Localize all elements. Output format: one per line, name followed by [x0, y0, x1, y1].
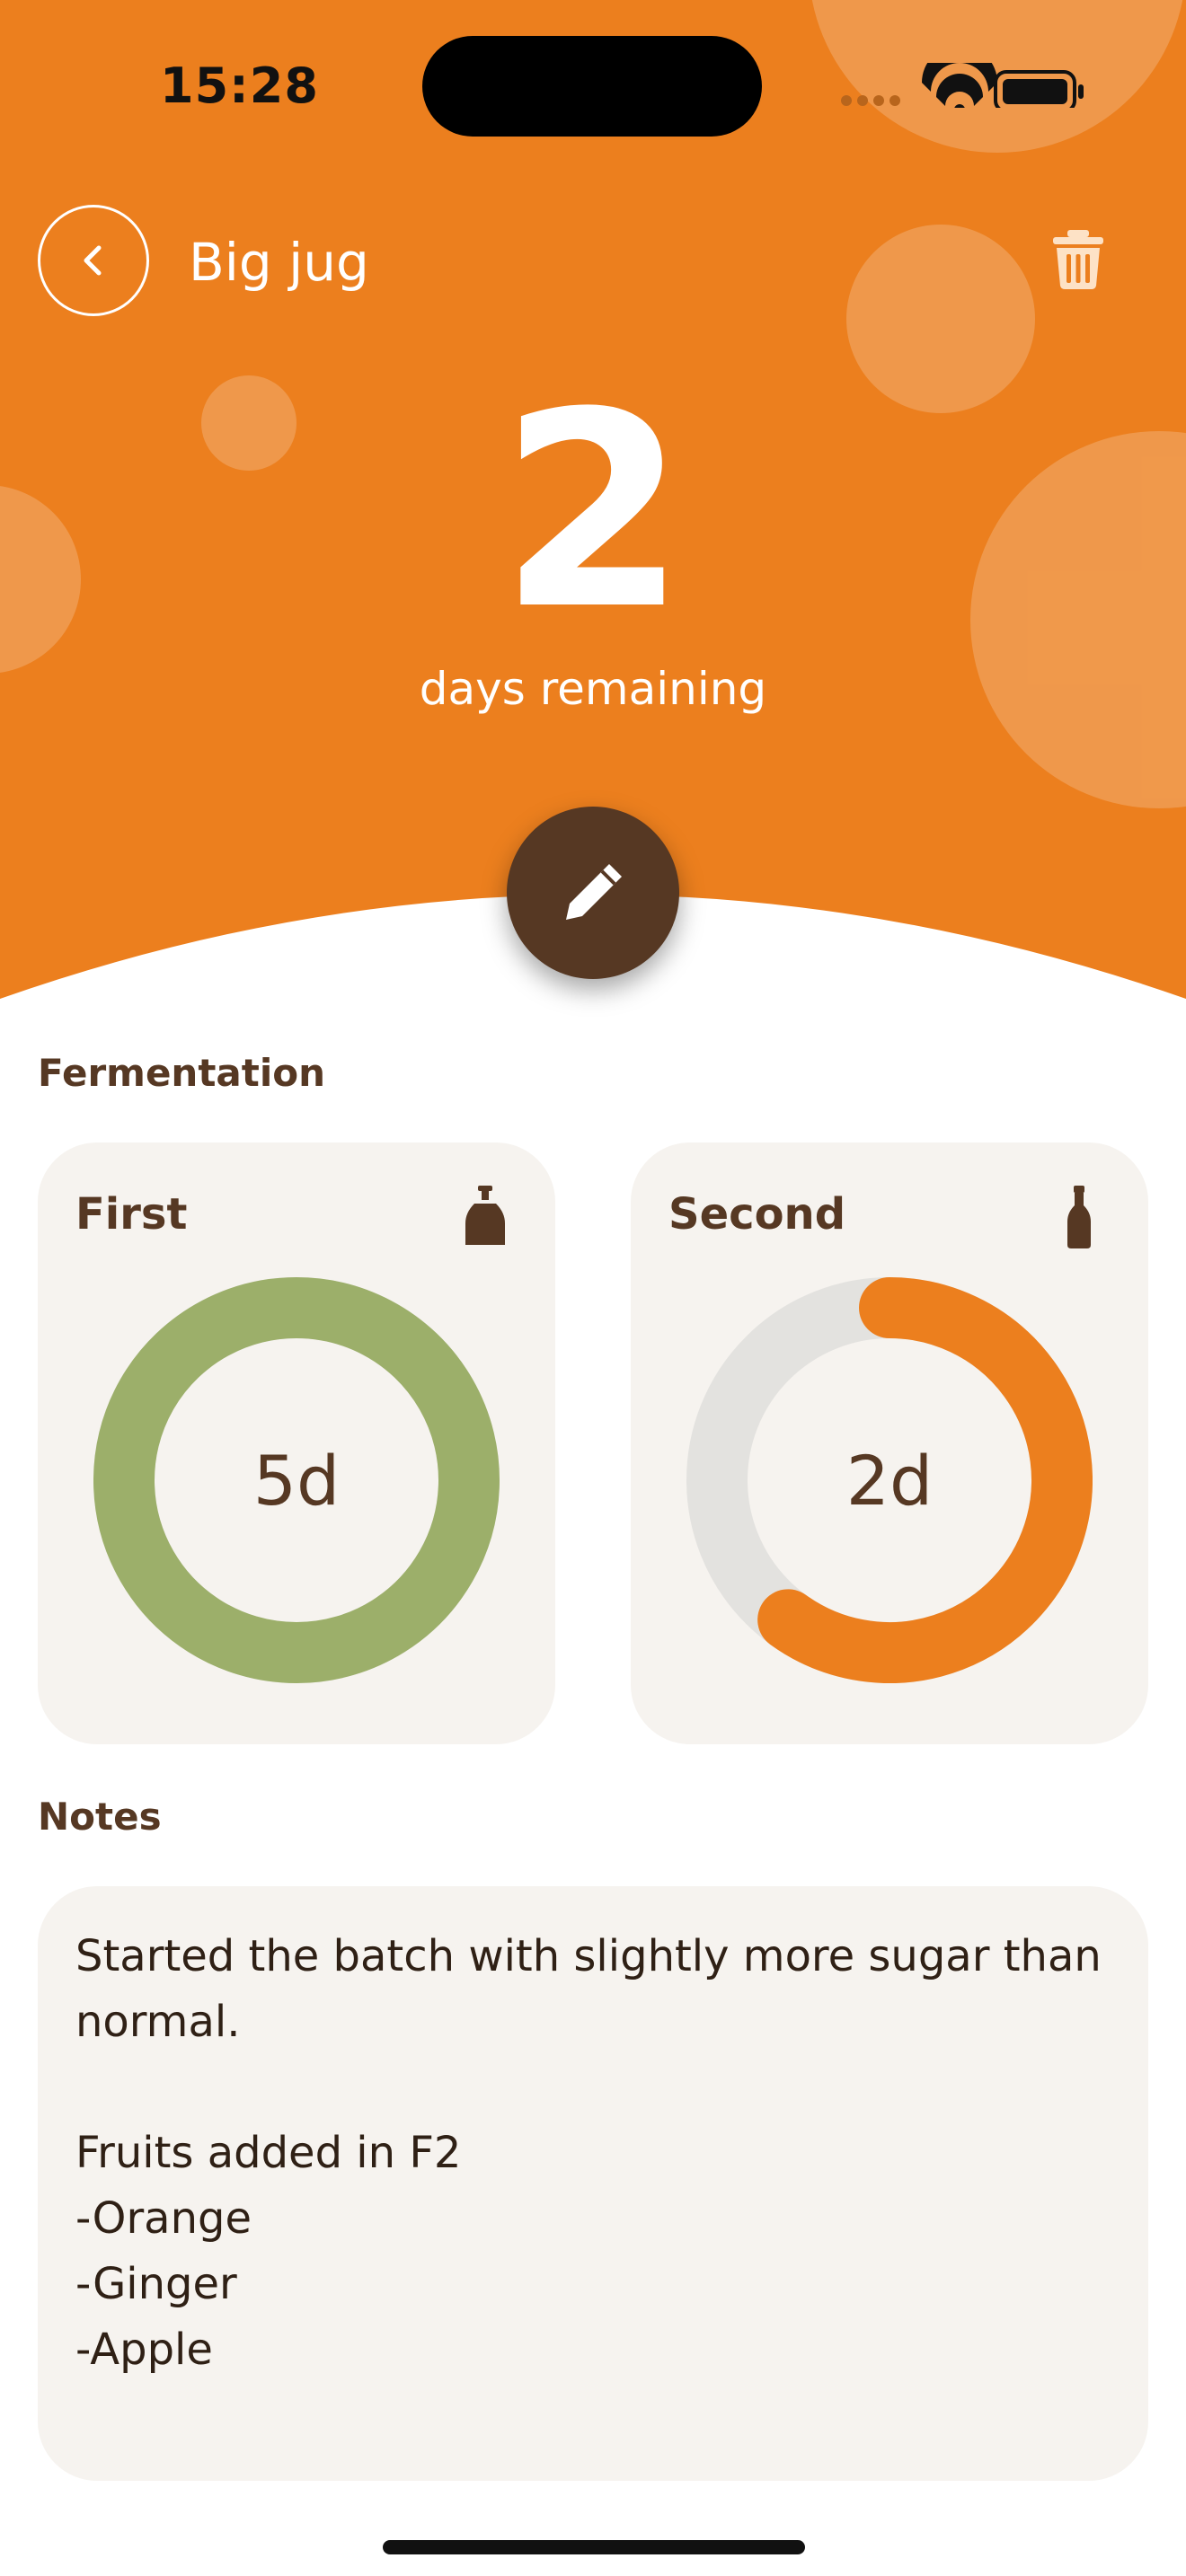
home-indicator: [383, 2540, 805, 2554]
jug-icon: [465, 1186, 505, 1245]
dynamic-island: [422, 36, 762, 137]
trash-icon: [1053, 230, 1103, 289]
delete-button[interactable]: [1051, 230, 1105, 293]
note-line: Fruits added in F2: [75, 2128, 462, 2178]
fermentation-label: Fermentation: [38, 1051, 325, 1095]
notes-card[interactable]: Started the batch with slightly more sug…: [38, 1886, 1148, 2481]
batch-title: Big jug: [189, 232, 369, 293]
second-card-title: Second: [668, 1189, 846, 1239]
bottle-icon: [1067, 1186, 1091, 1248]
note-line: -Apple: [75, 2325, 213, 2375]
days-remaining-label: days remaining: [419, 663, 767, 715]
notes-label: Notes: [38, 1795, 162, 1839]
back-button[interactable]: [38, 205, 149, 316]
first-card-title: First: [75, 1189, 188, 1239]
back-chevron-icon: [84, 245, 102, 276]
note-line: -Orange: [75, 2193, 252, 2244]
status-time: 15:28: [160, 57, 319, 114]
note-line: normal.: [75, 1997, 241, 2047]
days-remaining-value: 2: [499, 355, 687, 668]
second-ring-value: 2d: [845, 1440, 934, 1521]
edit-button[interactable]: [507, 807, 679, 979]
first-fermentation-card[interactable]: First 5d: [38, 1142, 555, 1744]
wifi-icon: [922, 63, 997, 108]
note-line: Started the batch with slightly more sug…: [75, 1931, 1102, 1981]
battery-icon: [994, 70, 1084, 108]
second-fermentation-card[interactable]: Second 2d: [631, 1142, 1148, 1744]
status-icons: [841, 63, 1084, 108]
first-ring-value: 5d: [252, 1440, 341, 1521]
note-line: -Ginger: [75, 2259, 237, 2309]
signal-icon: [841, 95, 900, 106]
pencil-icon: [566, 864, 622, 920]
